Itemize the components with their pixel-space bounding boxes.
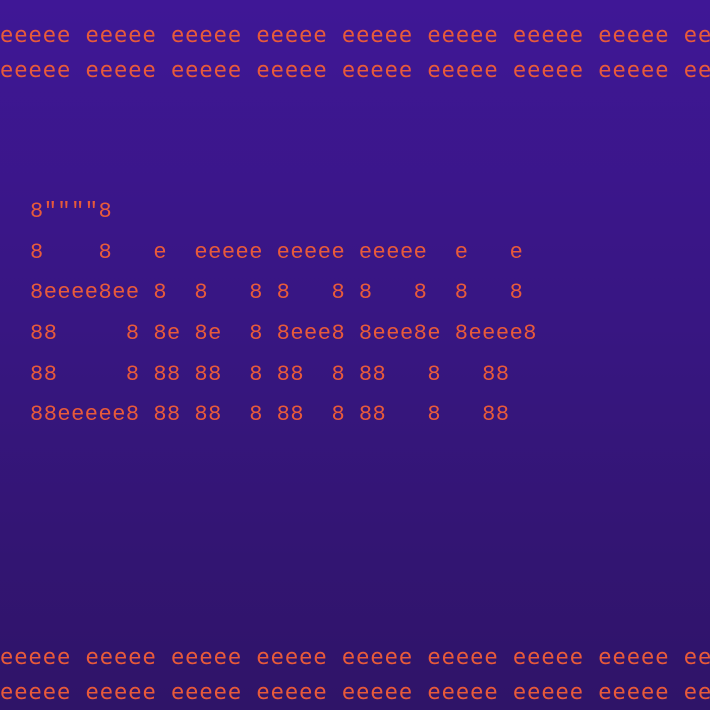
- ascii-line: 8""""8: [30, 199, 112, 224]
- ascii-line: 88eeeee8 88 88 8 88 8 88 8 88: [30, 402, 510, 427]
- ascii-line: 8eeee8ee 8 8 8 8 8 8 8 8 8: [30, 280, 523, 305]
- border-row: eeeee eeeee eeeee eeeee eeeee eeeee eeee…: [0, 18, 710, 53]
- bottom-border: eeeee eeeee eeeee eeeee eeeee eeeee eeee…: [0, 640, 710, 710]
- border-row: eeeee eeeee eeeee eeeee eeeee eeeee eeee…: [0, 640, 710, 675]
- ascii-line: 88 8 88 88 8 88 8 88 8 88: [30, 362, 510, 387]
- ascii-line: 88 8 8e 8e 8 8eee8 8eee8e 8eeee8: [30, 321, 537, 346]
- border-row: eeeee eeeee eeeee eeeee eeeee eeeee eeee…: [0, 675, 710, 710]
- top-border: eeeee eeeee eeeee eeeee eeeee eeeee eeee…: [0, 0, 710, 88]
- ascii-line: 8 8 e eeeee eeeee eeeee e e: [30, 240, 523, 265]
- border-row: eeeee eeeee eeeee eeeee eeeee eeeee eeee…: [0, 53, 710, 88]
- ascii-banner: 8""""8 8 8 e eeeee eeeee eeeee e e 8eeee…: [30, 192, 537, 436]
